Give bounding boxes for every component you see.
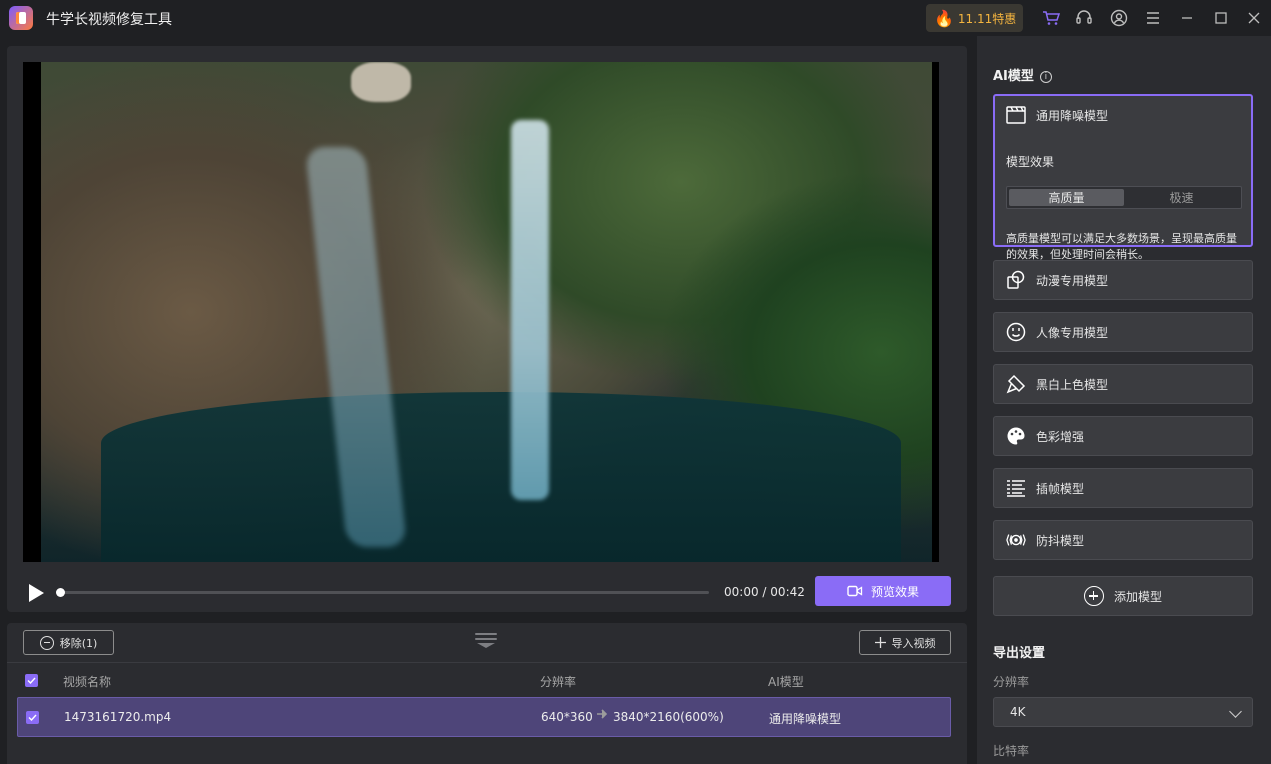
video-camera-icon bbox=[847, 585, 863, 597]
drag-handle-icon[interactable] bbox=[475, 633, 497, 651]
plus-circle-icon bbox=[1083, 586, 1104, 606]
current-time: 00:00 bbox=[724, 585, 759, 599]
row-model: 通用降噪模型 bbox=[769, 712, 842, 726]
model-label: 人像专用模型 bbox=[1036, 325, 1109, 340]
resolution-label: 分辨率 bbox=[993, 675, 1030, 689]
video-player: 00:00 / 00:42 预览效果 bbox=[7, 46, 967, 612]
table-row[interactable]: 1473161720.mp4 640*360 3840*2160(600%) 通… bbox=[17, 697, 951, 737]
app-logo bbox=[9, 6, 33, 30]
headset-icon[interactable] bbox=[1074, 8, 1094, 28]
app-title: 牛学长视频修复工具 bbox=[46, 12, 172, 28]
table-header: 视频名称 分辨率 AI模型 bbox=[7, 664, 967, 696]
option-fast[interactable]: 极速 bbox=[1124, 189, 1239, 206]
model-card-anime[interactable]: 动漫专用模型 bbox=[993, 260, 1253, 300]
model-effect-segment: 高质量 极速 bbox=[1006, 186, 1242, 209]
model-card-colorize[interactable]: 黑白上色模型 bbox=[993, 364, 1253, 404]
clapperboard-icon bbox=[1006, 105, 1026, 125]
model-description: 高质量模型可以满足大多数场景，呈现最高质量的效果，但处理时间会稍长。 bbox=[1006, 232, 1237, 261]
time-display: 00:00 / 00:42 bbox=[724, 585, 805, 599]
resolution-to: 3840*2160(600%) bbox=[613, 710, 724, 724]
bitrate-label: 比特率 bbox=[993, 744, 1030, 758]
colorize-icon bbox=[1006, 374, 1026, 394]
minimize-icon[interactable] bbox=[1177, 8, 1197, 28]
play-button[interactable] bbox=[27, 583, 45, 603]
info-icon[interactable]: i bbox=[1039, 71, 1052, 83]
ai-model-title: AI模型 i bbox=[993, 65, 1052, 84]
chevron-down-icon bbox=[1229, 705, 1242, 718]
model-card-general-denoise[interactable]: 通用降噪模型 模型效果 高质量 极速 高质量模型可以满足大多数场景，呈现最高质量… bbox=[993, 94, 1253, 261]
settings-panel: AI模型 i 通用降噪模型 模型效果 高质量 极速 高质量模型可以满足大多数场景，… bbox=[977, 36, 1271, 764]
user-icon[interactable] bbox=[1109, 8, 1129, 28]
file-name: 1473161720.mp4 bbox=[64, 710, 172, 724]
menu-icon[interactable] bbox=[1143, 8, 1163, 28]
plus-icon bbox=[874, 637, 886, 648]
model-effect-label: 模型效果 bbox=[1006, 155, 1055, 169]
ai-model-title-text: AI模型 bbox=[993, 69, 1034, 84]
close-icon[interactable] bbox=[1244, 8, 1264, 28]
model-name: 通用降噪模型 bbox=[1036, 108, 1109, 123]
model-label: 色彩增强 bbox=[1036, 429, 1085, 444]
model-card-portrait[interactable]: 人像专用模型 bbox=[993, 312, 1253, 352]
palette-icon bbox=[1006, 426, 1026, 446]
anime-icon bbox=[1006, 270, 1026, 290]
time-separator: / bbox=[762, 585, 767, 599]
file-list-panel: 移除(1) 导入视频 视频名称 分辨率 AI模型 1473161720.mp4 bbox=[7, 623, 967, 764]
maximize-icon[interactable] bbox=[1211, 8, 1231, 28]
select-all-checkbox[interactable] bbox=[25, 674, 38, 687]
remove-button[interactable]: 移除(1) bbox=[23, 630, 114, 655]
column-resolution: 分辨率 bbox=[540, 675, 577, 689]
portrait-icon bbox=[1006, 322, 1026, 342]
model-label: 防抖模型 bbox=[1036, 533, 1085, 548]
import-label: 导入视频 bbox=[891, 636, 936, 650]
video-preview-image bbox=[41, 62, 932, 562]
model-card-color-enhance[interactable]: 色彩增强 bbox=[993, 416, 1253, 456]
model-label: 黑白上色模型 bbox=[1036, 377, 1109, 392]
resolution-value: 4K bbox=[1010, 705, 1026, 719]
model-card-stabilize[interactable]: 防抖模型 bbox=[993, 520, 1253, 560]
file-list-toolbar: 移除(1) 导入视频 bbox=[7, 623, 967, 663]
app-window: 牛学长视频修复工具 🔥 11.11特惠 00:00 / 00:42 预览效果 移… bbox=[0, 0, 1271, 764]
promo-label: 11.11特惠 bbox=[957, 11, 1017, 26]
title-bar: 牛学长视频修复工具 🔥 11.11特惠 bbox=[0, 0, 1271, 36]
model-card-frame-interp[interactable]: 插帧模型 bbox=[993, 468, 1253, 508]
resolution-from: 640*360 bbox=[541, 710, 593, 724]
column-model: AI模型 bbox=[768, 675, 804, 689]
row-checkbox[interactable] bbox=[26, 711, 39, 724]
model-label: 动漫专用模型 bbox=[1036, 273, 1109, 288]
progress-bar[interactable] bbox=[56, 588, 709, 597]
video-frame[interactable] bbox=[23, 62, 939, 562]
column-name: 视频名称 bbox=[63, 675, 112, 689]
minus-circle-icon bbox=[39, 635, 54, 650]
settings-scrollbar[interactable] bbox=[1264, 36, 1271, 764]
arrow-right-icon bbox=[596, 708, 608, 723]
preview-label: 预览效果 bbox=[870, 584, 919, 599]
promo-button[interactable]: 🔥 11.11特惠 bbox=[926, 4, 1023, 32]
cart-icon[interactable] bbox=[1041, 8, 1061, 28]
resolution-select[interactable]: 4K bbox=[993, 697, 1253, 727]
export-settings-title: 导出设置 bbox=[993, 646, 1046, 661]
preview-effect-button[interactable]: 预览效果 bbox=[815, 576, 951, 606]
stabilize-icon bbox=[1006, 530, 1026, 550]
remove-label: 移除(1) bbox=[59, 636, 98, 650]
add-model-button[interactable]: 添加模型 bbox=[993, 576, 1253, 616]
add-model-label: 添加模型 bbox=[1113, 589, 1162, 604]
frame-interp-icon bbox=[1006, 478, 1026, 498]
total-time: 00:42 bbox=[770, 585, 805, 599]
flame-icon: 🔥 bbox=[934, 8, 954, 28]
option-high-quality[interactable]: 高质量 bbox=[1009, 189, 1124, 206]
model-label: 插帧模型 bbox=[1036, 481, 1085, 496]
import-video-button[interactable]: 导入视频 bbox=[859, 630, 951, 655]
progress-knob[interactable] bbox=[56, 588, 65, 597]
